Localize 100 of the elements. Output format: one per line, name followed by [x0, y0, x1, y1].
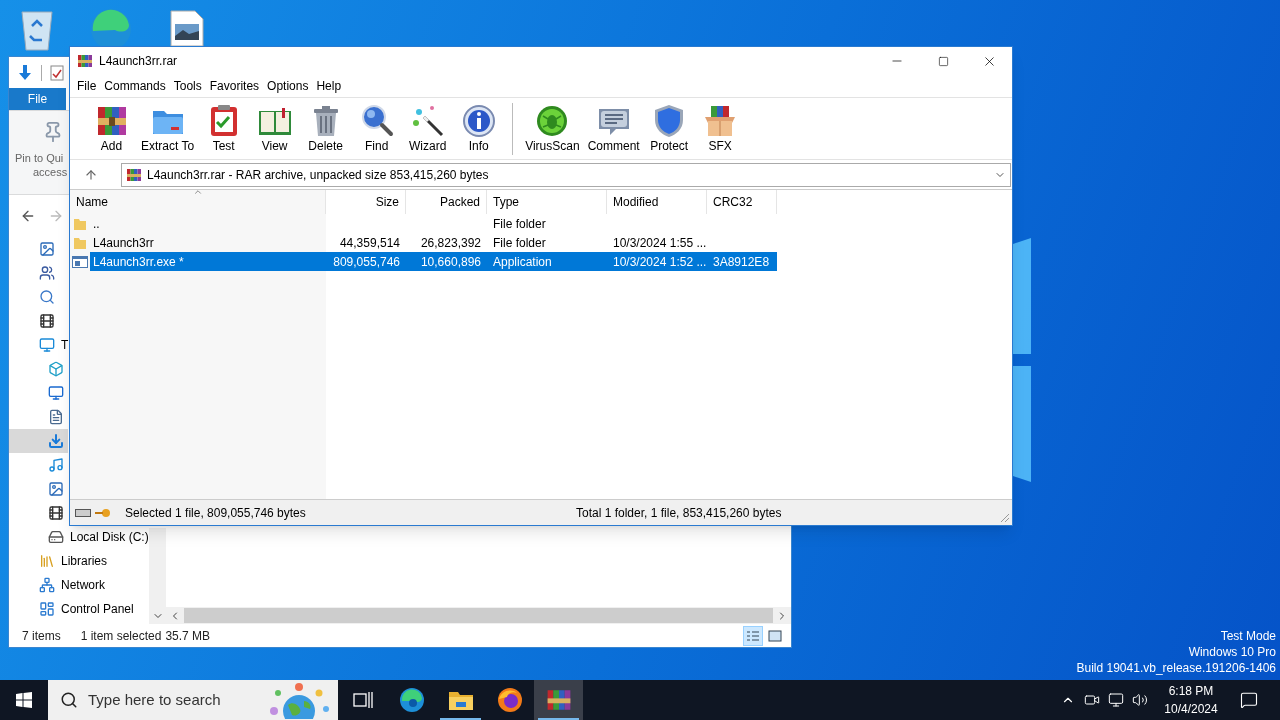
app-icon [77, 53, 93, 69]
menu-item[interactable]: Tools [169, 77, 206, 95]
notifications-icon[interactable] [1240, 691, 1258, 709]
column-header[interactable]: Packed [406, 190, 487, 214]
nav-item[interactable]: Local Disk (C:) [9, 525, 149, 549]
people-icon [39, 265, 55, 281]
music-icon [48, 457, 64, 473]
column-header[interactable]: CRC32 [707, 190, 777, 214]
details-view-button[interactable] [743, 625, 763, 646]
volume-icon[interactable] [1132, 692, 1148, 708]
search-icon [60, 691, 78, 709]
selection-info: 1 item selected [80, 627, 162, 645]
file-row[interactable]: L4aunch3rr 44,359,514 26,823,392 File folder 10/3/2024 1:55 ... [90, 233, 777, 252]
table-cell-text: 809,055,746 [333, 253, 400, 271]
file-row[interactable]: .. File folder [90, 214, 777, 233]
selection-status: Selected 1 file, 809,055,746 bytes [125, 504, 307, 522]
monitor-icon [48, 385, 64, 401]
download-icon [48, 433, 64, 449]
network-icon[interactable] [1108, 692, 1124, 708]
toolbar-button[interactable]: SFX [694, 103, 746, 153]
archive-icon [126, 166, 142, 183]
address-field[interactable]: L4aunch3rr.rar - RAR archive, unpacked size 853,415,260 bytes [121, 162, 1011, 187]
browser-icon [398, 687, 425, 713]
info-icon [460, 103, 497, 139]
column-header[interactable]: Name [70, 190, 326, 214]
os-notice: Build 19041.vb_release.191206-1406 [1076, 660, 1276, 676]
menu-item[interactable]: Help [312, 77, 346, 95]
menu-item[interactable]: Options [263, 77, 313, 95]
drive-icon [48, 529, 64, 545]
menu-item[interactable]: Commands [100, 77, 170, 95]
task-view-icon [352, 691, 373, 709]
camera-icon[interactable] [1084, 692, 1100, 708]
toolbar-button[interactable]: Comment [583, 103, 644, 153]
nav-label: T [61, 337, 69, 354]
file-row[interactable]: L4aunch3rr.exe * 809,055,746 10,660,896 Application 10/3/2024 1:52 ... 3A8912E8 [90, 252, 777, 271]
film-icon [39, 313, 55, 329]
clock[interactable]: 6:18 PM 10/4/2024 [1162, 682, 1220, 718]
network-icon [39, 577, 55, 593]
nav-item[interactable]: T [9, 333, 69, 357]
picture-icon [39, 241, 55, 257]
monitor-icon [39, 337, 55, 353]
table-cell-text: File folder [493, 234, 546, 252]
file-tab[interactable]: File [9, 88, 66, 110]
nav-item[interactable]: Network [9, 573, 105, 597]
toolbar-button[interactable]: Test [198, 103, 250, 153]
sort-icon [192, 187, 203, 197]
total-status: Total 1 folder, 1 file, 853,415,260 bytes [576, 504, 782, 522]
toolbar-button[interactable]: Add [86, 103, 137, 153]
column-header[interactable]: Modified [607, 190, 707, 214]
properties-icon[interactable] [50, 64, 64, 81]
taskbar-app-button[interactable] [534, 680, 583, 720]
scroll-thumb[interactable] [184, 608, 773, 623]
nav-item[interactable]: Libraries [9, 549, 108, 573]
toolbar-button[interactable]: Protect [643, 103, 695, 153]
toolbar-button[interactable]: Delete [300, 103, 352, 153]
up-icon[interactable] [84, 167, 98, 182]
table-cell-text: 10/3/2024 1:52 ... [613, 253, 707, 271]
back-icon[interactable] [20, 208, 36, 224]
nav-label: Control Panel [61, 601, 134, 618]
table-cell-text: File folder [493, 215, 546, 233]
toolbar-button[interactable]: Extract To [137, 103, 199, 153]
nav-label: Network [61, 577, 105, 594]
nav-item[interactable]: Control Panel [9, 597, 134, 621]
toolbar-button[interactable]: VirusScan [521, 103, 584, 153]
toolbar-button[interactable]: Find [351, 103, 403, 153]
table-cell-text: 3A8912E8 [713, 253, 770, 271]
pin-label: Pin to Qui [15, 151, 64, 165]
folder-icon [73, 216, 87, 231]
nav-label: Libraries [61, 553, 108, 570]
details-icon [746, 629, 760, 642]
table-cell-text: 44,359,514 [339, 234, 400, 252]
folder-icon [447, 689, 474, 711]
library-icon [39, 553, 55, 569]
toolbar-button[interactable]: View [249, 103, 301, 153]
item-count: 7 items [22, 627, 61, 645]
search-icon [39, 289, 55, 305]
archive-icon [545, 687, 572, 713]
cube-icon [48, 361, 64, 377]
fox-browser-icon [496, 687, 523, 713]
column-header[interactable]: Size [326, 190, 406, 214]
menu-item[interactable]: File [73, 77, 101, 95]
search-field[interactable]: Type here to search [48, 680, 338, 720]
folder-icon [73, 235, 87, 250]
toolbar-button[interactable]: Wizard [402, 103, 454, 153]
toolbar-button[interactable]: Info [453, 103, 505, 153]
nav-label: Local Disk (C:) [70, 529, 149, 546]
resize-grip[interactable] [1000, 513, 1010, 523]
document-icon [48, 409, 64, 425]
download-icon[interactable] [17, 63, 33, 82]
column-header[interactable]: Type [487, 190, 607, 214]
image-file-icon[interactable] [170, 10, 204, 46]
key-icon [95, 507, 111, 518]
windows-logo-icon [16, 692, 32, 708]
recycle-bin-icon[interactable] [18, 8, 56, 52]
large-icons-icon [768, 629, 782, 642]
control-panel-icon [39, 601, 55, 617]
menu-item[interactable]: Favorites [205, 77, 264, 95]
table-cell-text: 26,823,392 [420, 234, 481, 252]
picture-icon [48, 481, 64, 497]
maximize-icon [937, 55, 949, 67]
